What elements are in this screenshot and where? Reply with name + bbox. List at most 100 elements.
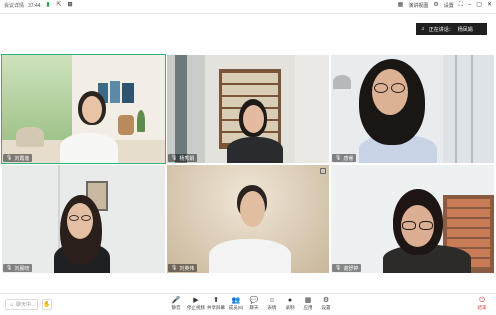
- settings-button[interactable]: 设置: [444, 2, 454, 9]
- person-face: [82, 96, 102, 123]
- minimize-icon[interactable]: –: [468, 2, 471, 9]
- apps-button[interactable]: ▦ 应用: [298, 297, 318, 311]
- signal-icon[interactable]: ▮: [45, 2, 52, 9]
- stop-video-button[interactable]: ▶ 停止视频: [186, 297, 206, 311]
- tool-label: 成员(6): [228, 305, 244, 310]
- leave-label: 结束: [477, 305, 487, 310]
- tool-label: 表情: [267, 305, 277, 310]
- speaking-indicator: ♫ 正在讲话： 杨凤娟: [416, 23, 487, 35]
- person-face: [240, 191, 265, 227]
- record-icon: ●: [287, 297, 293, 304]
- leave-meeting-button[interactable]: ⏻ 结束: [475, 297, 489, 311]
- members-icon: 👥: [231, 297, 241, 304]
- reaction-button[interactable]: ☺ 表情: [262, 297, 282, 311]
- person-face: [243, 105, 264, 133]
- chat-button[interactable]: 💬 聊天: [244, 297, 264, 311]
- glasses: [374, 83, 388, 93]
- video-tile-3[interactable]: 🎙 唐睿: [331, 55, 494, 163]
- window-background: [443, 55, 494, 163]
- participant-name-tag: 🎙 刘英伟: [168, 264, 198, 272]
- mic-icon: 🎙: [335, 155, 342, 161]
- tool-label: 共享屏幕: [207, 305, 225, 310]
- curtain-shadow: [175, 55, 187, 163]
- video-tile-5[interactable]: 🎙 刘英伟: [167, 165, 329, 273]
- chat-icon: 💬: [249, 297, 259, 304]
- mute-button[interactable]: 🎤 静音: [166, 297, 186, 311]
- chat-placeholder: 聊天中...: [16, 302, 36, 308]
- video-tile-4[interactable]: 🎙 刘晨晓: [2, 165, 165, 273]
- reaction-icon: ☺: [268, 297, 276, 304]
- video-tile-6[interactable]: 🎙 谢舒婷: [331, 165, 494, 273]
- view-mode-button[interactable]: 演讲视图: [408, 2, 428, 9]
- tool-label: 录制: [285, 305, 295, 310]
- members-button[interactable]: 👥 成员(6): [226, 297, 246, 311]
- record-button[interactable]: ● 录制: [280, 297, 300, 311]
- tool-label: 静音: [171, 305, 181, 310]
- share-screen-button[interactable]: ⬆ 共享屏幕: [206, 297, 226, 311]
- video-tile-1[interactable]: 🎙 刘霞莲: [1, 54, 166, 164]
- glasses: [419, 221, 433, 230]
- painting: [122, 83, 134, 103]
- settings-icon: ⚙: [322, 297, 330, 304]
- mic-icon: 🎙: [171, 155, 178, 161]
- lamp: [16, 127, 44, 147]
- plant: [137, 110, 145, 132]
- meeting-info-label[interactable]: 会议详情: [4, 2, 24, 9]
- person-body: [209, 239, 291, 273]
- chat-input[interactable]: ☺ 聊天中...: [5, 299, 38, 310]
- tool-label: 设置: [321, 305, 331, 310]
- mic-icon: 🎙: [171, 265, 178, 271]
- participant-name: 唐睿: [343, 155, 354, 162]
- share-screen-icon: ⬆: [213, 297, 219, 304]
- glasses: [391, 83, 405, 93]
- title-bar-right: ▦ 演讲视图 ⚙ 设置 ⛶ – ▢ ✕: [398, 2, 492, 9]
- fullscreen-icon[interactable]: ⛶: [459, 2, 463, 9]
- leave-icon: ⏻: [479, 297, 485, 304]
- chair: [118, 115, 134, 135]
- speaking-name: 杨凤娟: [457, 26, 473, 33]
- speaking-label: 正在讲话：: [428, 26, 454, 33]
- video-tile-2[interactable]: 🎙 杨秀娟: [167, 55, 329, 163]
- wall-right: [295, 55, 329, 163]
- speaker-icon: ♫: [421, 26, 425, 32]
- mic-icon: 🎙: [6, 265, 13, 271]
- participant-name-tag: 🎙 刘晨晓: [3, 264, 33, 272]
- emoji-icon: ☺: [9, 301, 15, 308]
- participant-name-tag: 🎙 唐睿: [332, 154, 357, 162]
- meeting-timer: 37:44: [28, 2, 41, 9]
- tool-label: 聊天: [249, 305, 259, 310]
- close-icon[interactable]: ✕: [487, 2, 492, 9]
- settings-tool-button[interactable]: ⚙ 设置: [316, 297, 336, 311]
- mic-icon: 🎙: [335, 265, 342, 271]
- participant-name: 刘英伟: [179, 265, 195, 272]
- title-bar: 会议详情 37:44 ▮ ⇱ ⊞ ▦ 演讲视图 ⚙ 设置 ⛶ – ▢ ✕: [0, 0, 496, 14]
- participant-name-tag: 🎙 谢舒婷: [332, 264, 362, 272]
- person-body: [227, 137, 283, 163]
- glasses: [81, 215, 91, 221]
- maximize-icon[interactable]: ▢: [476, 2, 482, 9]
- layout-icon[interactable]: ▦: [398, 2, 404, 9]
- video-icon: ▶: [193, 297, 199, 304]
- popout-icon[interactable]: ⇱: [56, 2, 63, 9]
- pin-icon[interactable]: [320, 168, 326, 174]
- title-bar-left: 会议详情 37:44 ▮ ⇱ ⊞: [4, 2, 74, 9]
- apps-icon: ▦: [304, 297, 312, 304]
- painting: [110, 81, 120, 103]
- raise-hand-icon[interactable]: ✋: [42, 299, 52, 310]
- participant-name: 刘晨晓: [14, 265, 30, 272]
- glasses: [402, 221, 416, 230]
- glasses: [69, 215, 79, 221]
- window-frame: [455, 55, 457, 163]
- app-logo-icon: ⊞: [67, 2, 73, 8]
- participant-name: 刘霞莲: [14, 155, 30, 162]
- participant-name: 杨秀娟: [179, 155, 195, 162]
- participant-name: 谢舒婷: [343, 265, 359, 272]
- tool-label: 停止视频: [187, 305, 205, 310]
- ceiling-lamp: [333, 75, 351, 89]
- settings-icon[interactable]: ⚙: [433, 2, 438, 9]
- microphone-icon: 🎤: [171, 297, 181, 304]
- mic-icon: 🎙: [6, 155, 13, 161]
- person-face: [67, 203, 93, 239]
- meeting-toolbar: ☺ 聊天中... ✋ 🎤 静音 ▶ 停止视频 ⬆ 共享屏幕 👥 成员(6) 💬 …: [0, 293, 496, 315]
- window-frame: [471, 55, 473, 163]
